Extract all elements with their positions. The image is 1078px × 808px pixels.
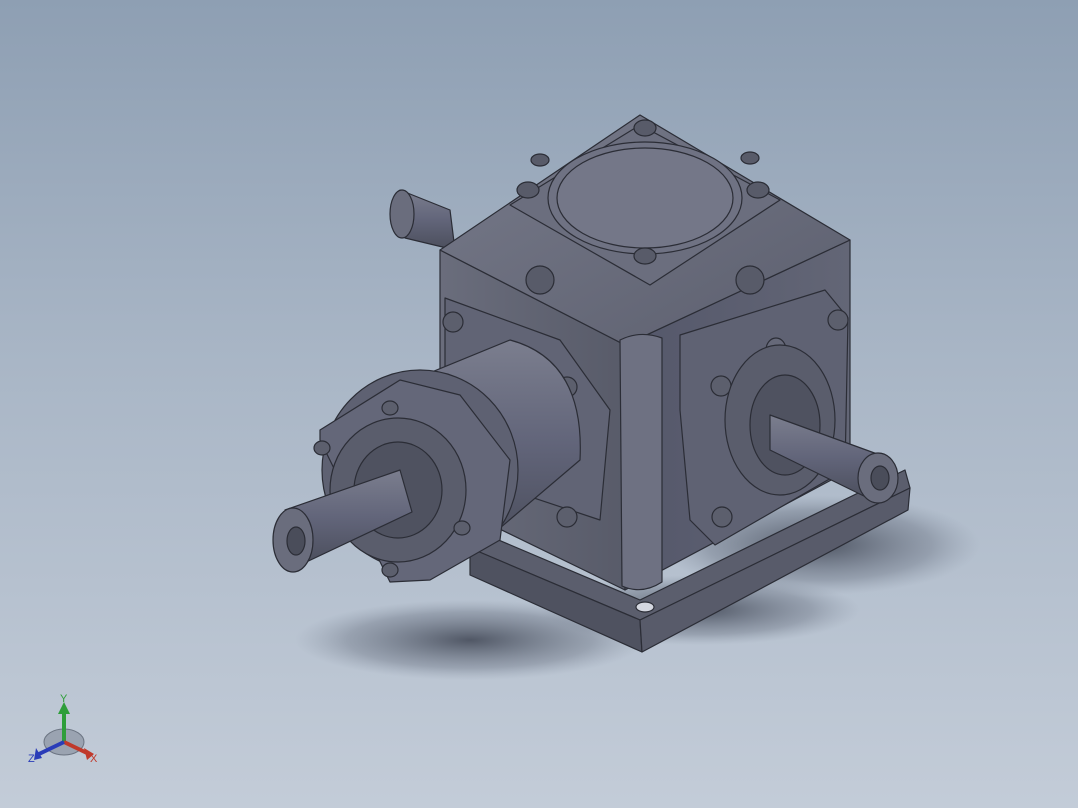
y-axis-label: Y	[60, 693, 68, 705]
graphics-viewport[interactable]: Y X Z	[0, 0, 1078, 808]
housing-front-edge	[619, 333, 663, 591]
gearbox-3d-model[interactable]	[0, 0, 1078, 808]
rear-shaft[interactable]	[389, 189, 456, 251]
z-axis-label: Z	[28, 753, 35, 765]
coordinate-triad: Y X Z	[28, 693, 98, 765]
x-axis-label: X	[90, 753, 98, 765]
